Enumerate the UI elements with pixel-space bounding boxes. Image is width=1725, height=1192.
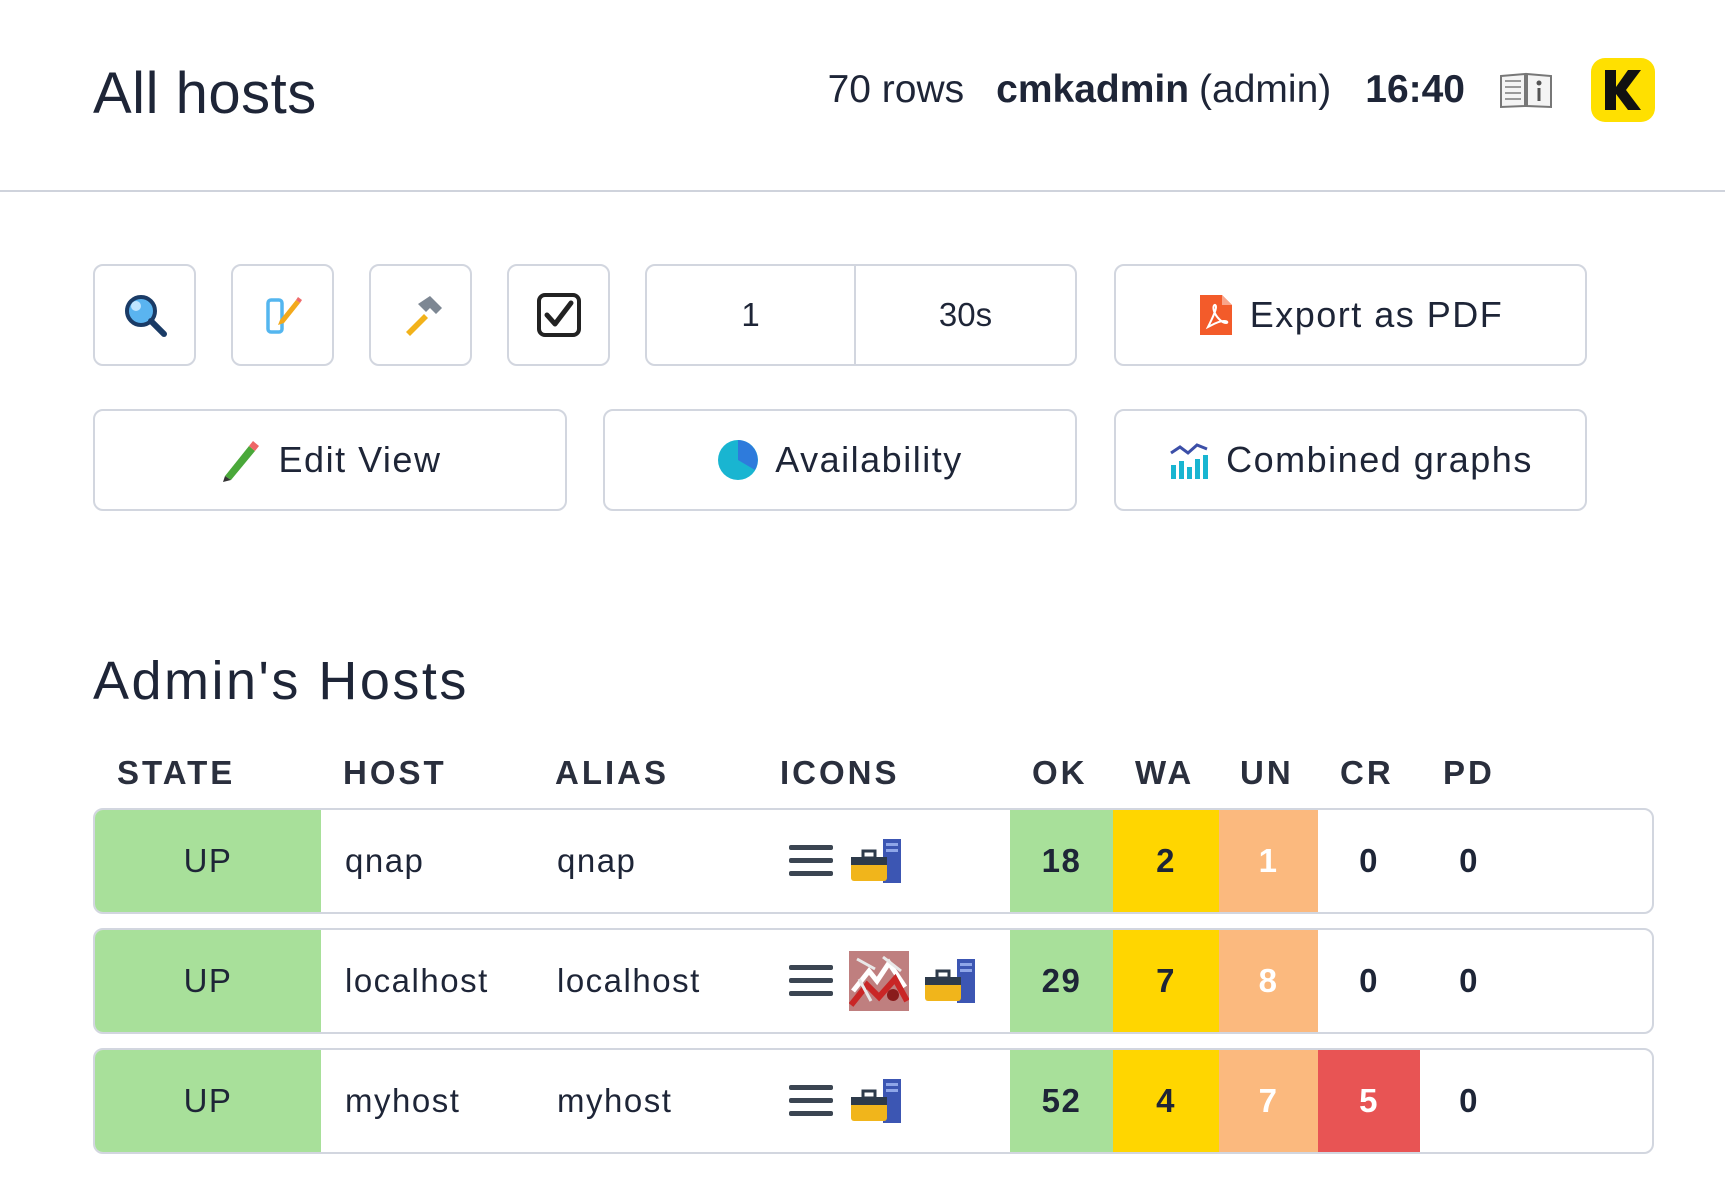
search-icon [124,295,167,337]
host-alias: qnap [557,842,637,879]
host-state: UP [95,1050,321,1152]
checkbox-icon [536,293,581,337]
count-crit[interactable]: 0 [1318,930,1420,1032]
refresh-page[interactable]: 1 [647,266,856,364]
host-icons [787,1050,905,1152]
count-crit[interactable]: 5 [1318,1050,1420,1152]
availability-label: Availability [775,439,963,480]
edit-view-button[interactable]: Edit View [93,409,567,511]
wato-folder-icon[interactable] [849,1077,905,1125]
host-name-link[interactable]: localhost [345,930,489,1032]
commands-hammer-icon [405,296,442,336]
col-host[interactable]: HOST [343,754,447,792]
table-row: UP myhost myhost 52 4 7 5 0 [93,1048,1654,1154]
count-warn[interactable]: 2 [1113,810,1219,912]
host-alias: myhost [557,1082,673,1119]
count-unknown[interactable]: 1 [1219,810,1318,912]
host-image-icon[interactable] [849,951,909,1011]
edit-view-label: Edit View [278,439,442,480]
count-warn[interactable]: 4 [1113,1050,1219,1152]
col-pd[interactable]: PD [1443,754,1495,792]
col-un[interactable]: UN [1240,754,1294,792]
count-pending[interactable]: 0 [1420,1050,1518,1152]
refresh-interval[interactable]: 30s [856,266,1075,364]
wato-folder-icon[interactable] [849,837,905,885]
checkbox-toggle-button[interactable] [507,264,610,366]
checkmk-logo-mark [1605,70,1641,110]
refresh-selector: 1 30s [645,264,1077,366]
table-row: UP localhost localhost 29 7 8 0 0 [93,928,1654,1034]
col-ok[interactable]: OK [1032,754,1088,792]
host-icons [787,930,979,1032]
pdf-icon [1198,293,1234,337]
wato-folder-icon[interactable] [923,957,979,1005]
count-ok[interactable]: 52 [1010,1050,1113,1152]
page-title: All hosts [93,61,317,126]
header-status: 70 rows cmkadmin (admin) 16:40 [828,50,1655,130]
host-name-link[interactable]: myhost [345,1050,460,1152]
host-name-link[interactable]: qnap [345,810,424,912]
commands-button[interactable] [369,264,472,366]
host-alias: localhost [557,962,701,999]
section-title: Admin's Hosts [93,651,469,711]
display-options-button[interactable] [231,264,334,366]
pencil-icon [219,438,263,482]
table-header: STATE HOST ALIAS ICONS OK WA UN CR PD [0,754,1725,800]
col-wa[interactable]: WA [1135,754,1194,792]
count-ok[interactable]: 18 [1010,810,1113,912]
menu-icon[interactable] [787,841,835,881]
menu-icon[interactable] [787,961,835,1001]
col-cr[interactable]: CR [1340,754,1394,792]
table-row: UP qnap qnap 18 2 1 0 0 [93,808,1654,914]
page-header: All hosts 70 rows cmkadmin (admin) 16:40 [0,0,1725,192]
combined-graphs-button[interactable]: Combined graphs [1114,409,1587,511]
col-alias[interactable]: ALIAS [555,754,669,792]
count-pending[interactable]: 0 [1420,810,1518,912]
combined-graphs-icon [1168,439,1210,481]
count-warn[interactable]: 7 [1113,930,1219,1032]
combined-graphs-label: Combined graphs [1226,439,1533,480]
host-state: UP [95,930,321,1032]
export-pdf-label: Export as PDF [1249,294,1504,335]
checkmk-logo[interactable] [1591,58,1655,122]
count-unknown[interactable]: 8 [1219,930,1318,1032]
export-pdf-button[interactable]: Export as PDF [1114,264,1587,366]
count-ok[interactable]: 29 [1010,930,1113,1032]
col-icons[interactable]: ICONS [780,754,900,792]
clock: 16:40 [1365,68,1465,111]
username[interactable]: cmkadmin [996,68,1189,112]
availability-button[interactable]: Availability [603,409,1077,511]
display-options-icon [265,297,302,334]
row-count: 70 rows [827,68,965,111]
availability-pie-icon [717,439,759,481]
menu-icon[interactable] [787,1081,835,1121]
user-role: (admin) [1199,68,1332,111]
host-icons [787,810,905,912]
count-pending[interactable]: 0 [1420,930,1518,1032]
count-unknown[interactable]: 7 [1219,1050,1318,1152]
search-button[interactable] [93,264,196,366]
col-state[interactable]: STATE [117,754,235,792]
book-info-icon[interactable] [1499,70,1553,110]
host-state: UP [95,810,321,912]
count-crit[interactable]: 0 [1318,810,1420,912]
